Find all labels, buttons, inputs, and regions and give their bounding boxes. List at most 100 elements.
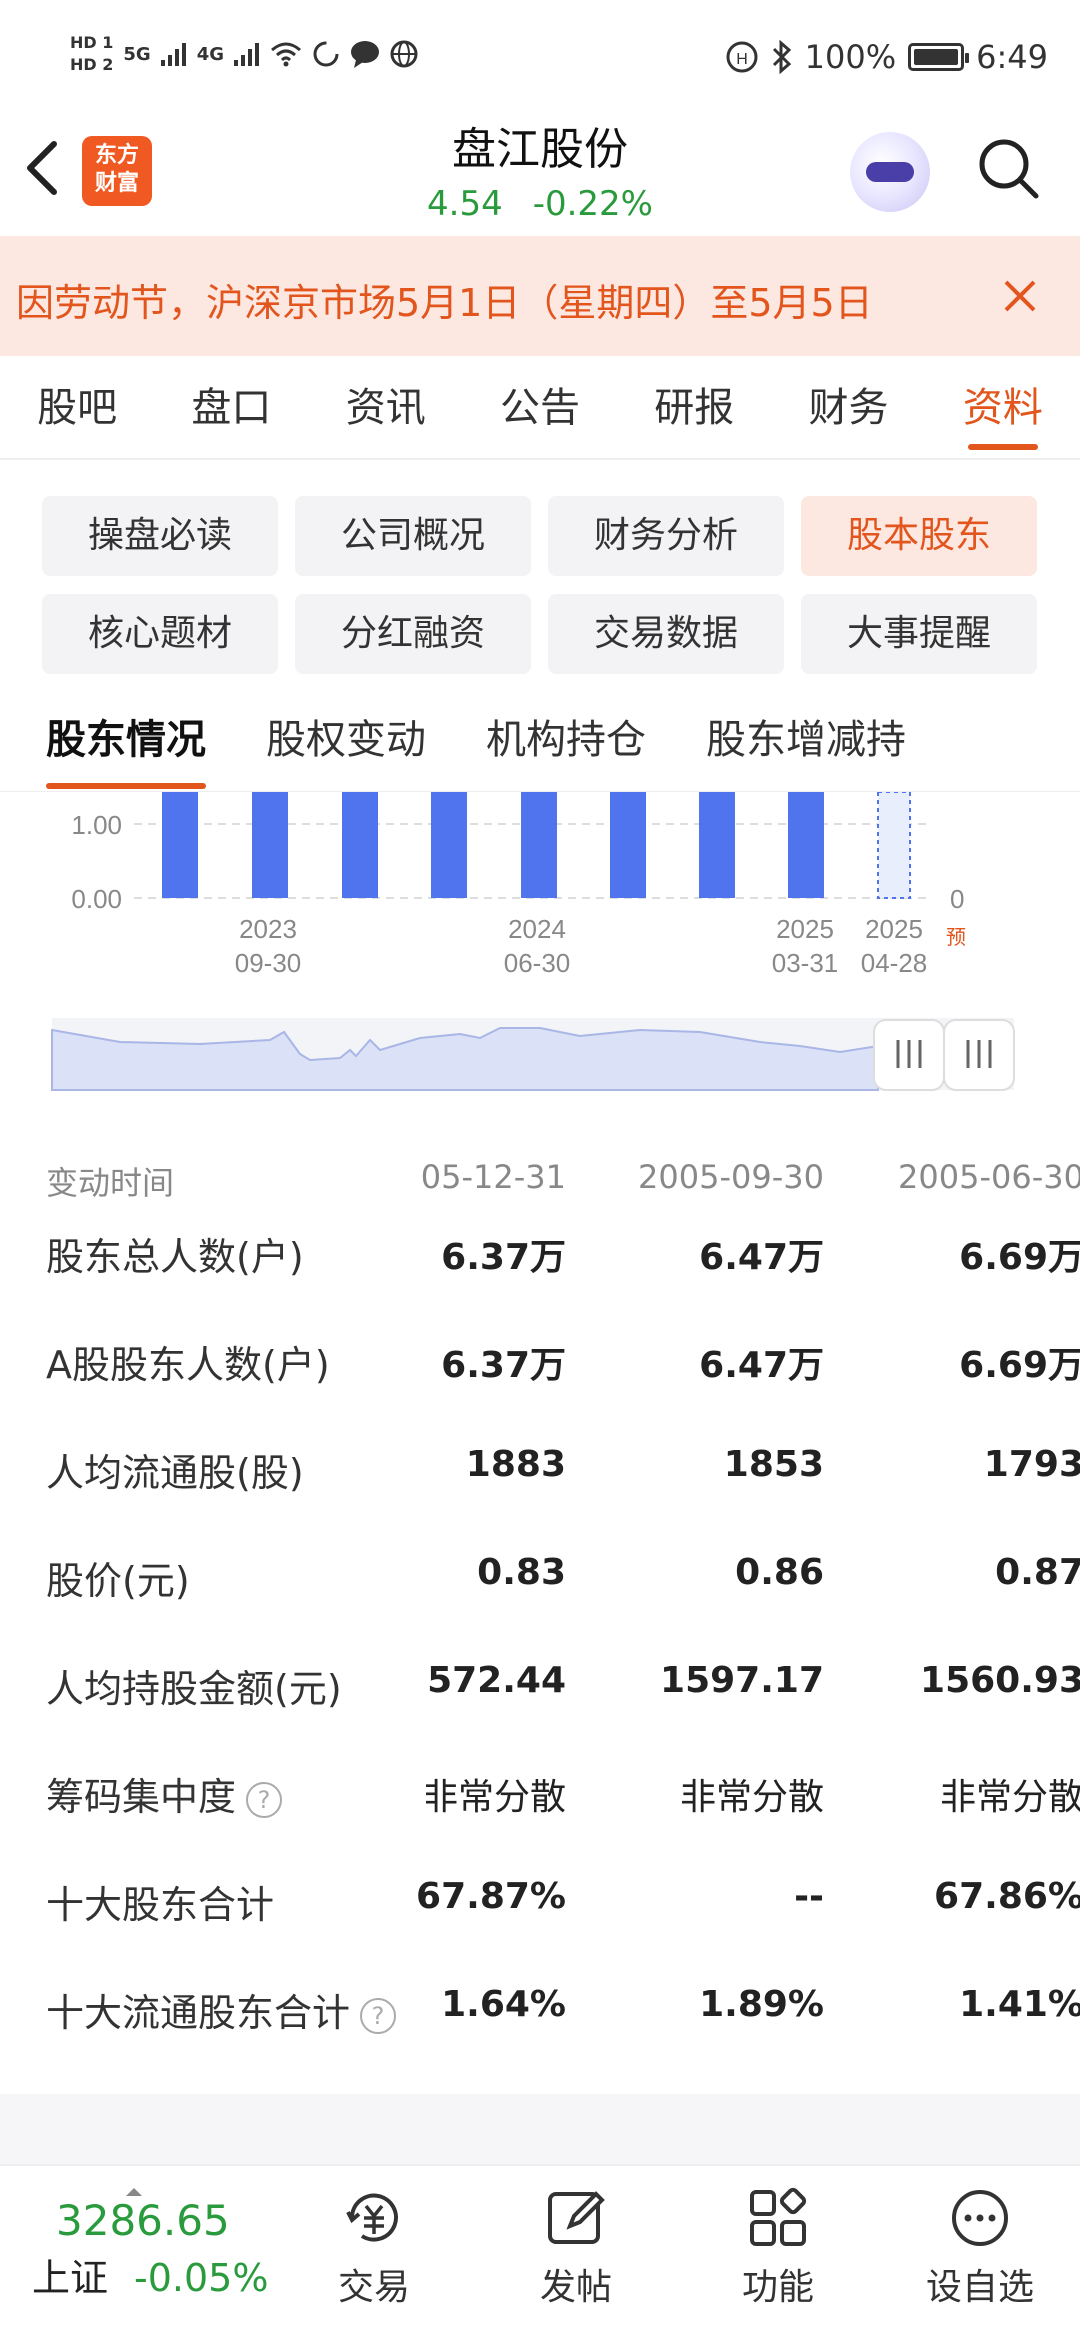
x-label-3-date: 03-31 bbox=[772, 948, 839, 978]
chart-bar-8 bbox=[788, 792, 824, 898]
tab-research[interactable]: 研报 bbox=[617, 356, 771, 458]
table-row: 股价(元) 0.83 0.86 0.87 bbox=[46, 1552, 1080, 1603]
header-col-1: 05-12-31 bbox=[420, 1158, 566, 1196]
chip-core-themes[interactable]: 核心题材 bbox=[42, 594, 278, 674]
chip-events[interactable]: 大事提醒 bbox=[801, 594, 1037, 674]
battery-percent: 100% bbox=[804, 38, 897, 76]
range-handle-left[interactable] bbox=[873, 1019, 945, 1091]
index-value: 3286.65 bbox=[56, 2196, 230, 2245]
edit-icon bbox=[548, 2191, 605, 2244]
trade-button[interactable]: 交易 bbox=[304, 2176, 444, 2310]
chart-bar-1 bbox=[162, 792, 198, 898]
x-label-1-year: 2023 bbox=[239, 914, 297, 944]
hd1-indicator: HD 1 bbox=[70, 33, 114, 52]
search-icon[interactable] bbox=[976, 136, 1040, 200]
chip-trading-guide[interactable]: 操盘必读 bbox=[42, 496, 278, 576]
stock-quote: 4.54 -0.22% bbox=[340, 182, 740, 226]
chip-company-overview[interactable]: 公司概况 bbox=[295, 496, 531, 576]
tab-profile[interactable]: 资料 bbox=[926, 356, 1080, 458]
chip-trading-data[interactable]: 交易数据 bbox=[548, 594, 784, 674]
add-watchlist-button[interactable]: 设自选 bbox=[910, 2176, 1050, 2310]
table-row: 十大流通股东合计? 1.64% 1.89% 1.41% bbox=[46, 1984, 1080, 2035]
forecast-bar bbox=[877, 791, 911, 899]
x-label-3-year: 2025 bbox=[776, 914, 834, 944]
table-row: 十大股东合计 67.87% -- 67.86% bbox=[46, 1876, 1080, 1927]
header-col-3: 2005-06-30 bbox=[898, 1158, 1080, 1196]
functions-button[interactable]: 功能 bbox=[708, 2176, 848, 2310]
tab-news[interactable]: 资讯 bbox=[309, 356, 463, 458]
header-label: 变动时间 bbox=[46, 1164, 175, 1202]
status-right: H 100% 6:49 bbox=[725, 38, 1048, 76]
market-index-ticker[interactable]: 3286.65 上证 -0.05% bbox=[32, 2188, 269, 2302]
hd2-indicator: HD 2 bbox=[70, 55, 114, 74]
data-saver-icon: H bbox=[726, 41, 758, 73]
table-row: 股东总人数(户) 6.37万 6.47万 6.69万 bbox=[46, 1235, 1080, 1279]
clock: 6:49 bbox=[976, 38, 1048, 76]
grid-icon bbox=[750, 2187, 807, 2246]
table-row: 人均流通股(股) 1883 1853 1793 bbox=[46, 1444, 1080, 1495]
svg-text:H: H bbox=[736, 51, 748, 68]
help-icon[interactable]: ? bbox=[360, 1997, 397, 2034]
stock-title: 盘江股份 4.54 -0.22% bbox=[340, 118, 740, 226]
tab-shareholder-status[interactable]: 股东情况 bbox=[46, 690, 206, 791]
chip-shareholders[interactable]: 股本股东 bbox=[801, 496, 1037, 576]
profile-category-grid: 操盘必读 公司概况 财务分析 股本股东 核心题材 分红融资 交易数据 大事提醒 bbox=[42, 496, 1038, 674]
x-label-4-date: 04-28 bbox=[861, 948, 928, 978]
index-change: -0.05% bbox=[134, 2256, 269, 2300]
chart-bar-2 bbox=[252, 792, 288, 898]
stock-name: 盘江股份 bbox=[452, 124, 628, 175]
caret-up-icon bbox=[126, 2188, 142, 2196]
post-button[interactable]: 发帖 bbox=[506, 2176, 646, 2310]
bluetooth-icon bbox=[772, 40, 791, 74]
notice-text: 因劳动节，沪深京市场5月1日（星期四）至5月5日 bbox=[16, 281, 873, 325]
loading-icon bbox=[313, 41, 339, 67]
y-tick-left-0: 0.00 bbox=[71, 884, 122, 914]
main-tab-bar: 股吧 盘口 资讯 公告 研报 财务 资料 bbox=[0, 356, 1080, 460]
battery-icon bbox=[908, 43, 970, 71]
more-icon bbox=[952, 2190, 1008, 2246]
stock-header: 东方 财富 盘江股份 4.54 -0.22% bbox=[0, 118, 1080, 236]
wifi-icon bbox=[271, 42, 301, 67]
chart-bar-6 bbox=[610, 792, 646, 898]
network-4g-indicator: 4G bbox=[196, 43, 224, 65]
chip-financial-analysis[interactable]: 财务分析 bbox=[548, 496, 784, 576]
signal-icon bbox=[160, 43, 186, 66]
forecast-label: 预 bbox=[946, 925, 966, 949]
tab-pankou[interactable]: 盘口 bbox=[154, 356, 308, 458]
chart-bar-3 bbox=[342, 792, 378, 898]
bar-series bbox=[162, 792, 824, 898]
y-tick-right-0: 0 bbox=[950, 884, 964, 914]
x-label-1-date: 09-30 bbox=[235, 948, 302, 978]
holiday-notice-banner[interactable]: 因劳动节，沪深京市场5月1日（星期四）至5月5日 bbox=[0, 236, 1080, 356]
network-5g-indicator: 5G bbox=[123, 43, 151, 65]
chart-bar-4 bbox=[431, 792, 467, 898]
shareholder-chart: 1.00 0.00 0 2023 09-30 2024 06-30 2025 0… bbox=[0, 791, 1080, 1122]
shareholder-table: 变动时间 05-12-31 2005-09-30 2005-06-30 股东总人… bbox=[0, 1140, 1080, 2090]
tab-equity-changes[interactable]: 股权变动 bbox=[266, 690, 426, 791]
back-arrow-icon[interactable] bbox=[22, 138, 62, 208]
table-row: A股股东人数(户) 6.37万 6.47万 6.69万 bbox=[46, 1343, 1080, 1387]
tab-announcements[interactable]: 公告 bbox=[463, 356, 617, 458]
section-tab-bar: 股东情况 股权变动 机构持仓 股东增减持 bbox=[0, 690, 1080, 792]
chart-bar-5 bbox=[521, 792, 557, 898]
stock-price: 4.54 bbox=[427, 184, 503, 224]
index-name: 上证 bbox=[32, 2256, 109, 2300]
status-bar: HD 1 HD 2 5G 4G H 100% 6:49 bbox=[0, 0, 1080, 118]
chip-dividends[interactable]: 分红融资 bbox=[295, 594, 531, 674]
app-logo[interactable]: 东方 财富 bbox=[82, 136, 152, 206]
range-handle-right[interactable] bbox=[943, 1019, 1015, 1091]
help-icon[interactable]: ? bbox=[246, 1781, 283, 1818]
stock-change-pct: -0.22% bbox=[532, 184, 653, 224]
assistant-robot-icon[interactable] bbox=[850, 132, 930, 212]
tab-guba[interactable]: 股吧 bbox=[0, 356, 154, 458]
section-divider bbox=[0, 2094, 1080, 2164]
trade-icon bbox=[346, 2193, 398, 2242]
tab-holder-changes[interactable]: 股东增减持 bbox=[706, 690, 906, 791]
close-icon[interactable] bbox=[1000, 266, 1040, 340]
tab-finance[interactable]: 财务 bbox=[771, 356, 925, 458]
header-col-2: 2005-09-30 bbox=[638, 1158, 824, 1196]
signal-icon-2 bbox=[234, 43, 259, 66]
globe-icon bbox=[390, 40, 418, 68]
tab-institution-holdings[interactable]: 机构持仓 bbox=[486, 690, 646, 791]
message-icon bbox=[351, 41, 379, 68]
